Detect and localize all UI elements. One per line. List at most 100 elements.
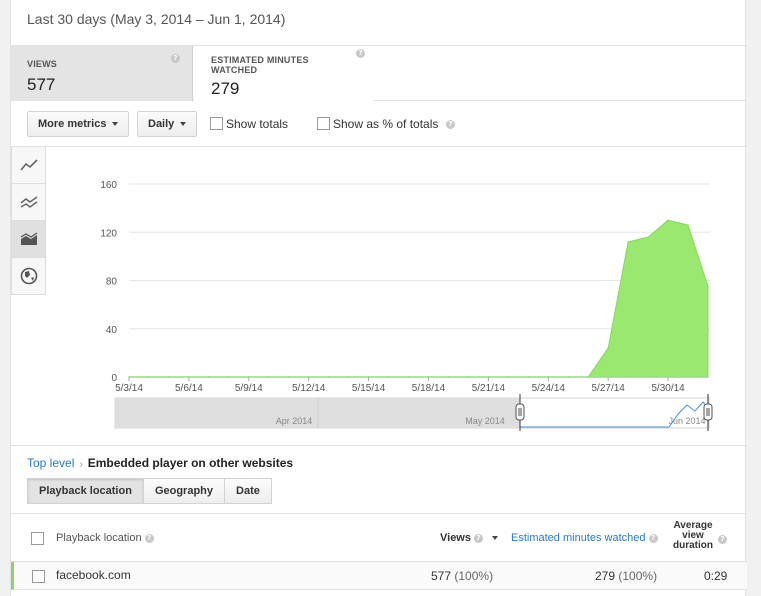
chart-toolbar: More metrics Daily Show totals Show as %…	[11, 101, 747, 147]
globe-icon	[20, 267, 37, 285]
stacked-area-chart-icon	[20, 232, 37, 245]
y-tick-label: 160	[100, 180, 117, 191]
more-metrics-label: More metrics	[38, 118, 107, 130]
data-point	[687, 224, 689, 226]
help-icon[interactable]: ?	[446, 120, 455, 129]
help-icon[interactable]: ?	[144, 533, 154, 543]
tab-playback-location[interactable]: Playback location	[27, 478, 144, 504]
sort-desc-icon	[492, 536, 499, 541]
metric-cards: VIEWS ? 577 ESTIMATED MINUTES WATCHED ? …	[11, 45, 747, 101]
data-point	[348, 376, 350, 378]
metric-label: ESTIMATED MINUTES WATCHED	[211, 55, 309, 75]
navigator-handle[interactable]	[515, 403, 525, 421]
interval-dropdown[interactable]: Daily	[137, 111, 198, 137]
row-checkbox[interactable]	[32, 570, 45, 583]
line-chart-icon	[19, 159, 38, 171]
show-pct-label: Show as % of totals	[333, 117, 439, 131]
breadcrumb: Top level › Embedded player on other websi…	[27, 456, 293, 470]
navigator-handle[interactable]	[703, 403, 713, 421]
column-header-views[interactable]: Views ?	[440, 532, 499, 544]
data-point	[647, 236, 649, 238]
avg-duration-header-label: Average view duration	[673, 520, 713, 551]
navigator-label: Apr 2014	[276, 416, 313, 426]
data-point	[607, 347, 609, 349]
navigator-label: May 2014	[465, 416, 505, 426]
minutes-header-label: Estimated minutes watched	[511, 532, 646, 544]
show-totals-label: Show totals	[226, 117, 289, 131]
x-tick-label: 5/21/14	[472, 383, 506, 394]
more-metrics-button[interactable]: More metrics	[27, 111, 130, 137]
data-point	[507, 376, 509, 378]
column-header-location[interactable]: Playback location ?	[56, 532, 154, 544]
x-tick-label: 5/12/14	[292, 383, 326, 394]
column-header-minutes[interactable]: Estimated minutes watched ?	[511, 532, 658, 544]
data-point	[168, 376, 170, 378]
data-point	[667, 219, 669, 221]
caret-down-icon	[112, 122, 119, 127]
data-point	[148, 376, 150, 378]
interval-label: Daily	[148, 118, 175, 130]
chart-area: 0 40 80 120 160 5/3/14 5/6/14 5/9/14 5/12/14 5/15…	[11, 147, 747, 446]
analytics-panel: Last 30 days (May 3, 2014 – Jun 1, 2014)…	[10, 0, 747, 596]
data-point	[707, 285, 709, 288]
x-tick-label: 5/27/14	[591, 383, 625, 394]
data-point	[587, 376, 589, 378]
series-area	[129, 219, 709, 378]
area-chart: 040801201605/3/14 5/6/14 5/9/14 5/12/14 5/15…	[100, 180, 713, 431]
data-point	[567, 376, 569, 378]
x-tick-label: 5/18/14	[412, 383, 446, 394]
y-tick-label: 80	[106, 277, 118, 288]
data-point	[627, 241, 629, 243]
metric-label: VIEWS	[27, 59, 58, 69]
help-icon[interactable]: ?	[648, 533, 658, 543]
row-views-value: 577	[431, 569, 452, 583]
metric-card-views[interactable]: VIEWS ? 577	[11, 46, 193, 101]
data-point	[387, 376, 390, 378]
data-point	[407, 376, 410, 378]
data-point	[288, 376, 290, 378]
data-point	[328, 376, 330, 378]
row-location-link[interactable]: facebook.com	[56, 568, 131, 582]
help-icon[interactable]: ?	[718, 535, 727, 544]
data-point	[268, 376, 270, 378]
chevron-right-icon: ›	[79, 459, 83, 470]
row-minutes-value: 279	[595, 569, 616, 583]
x-tick-label: 5/6/14	[175, 383, 203, 394]
dimension-tabs: Playback location Geography Date	[27, 478, 272, 504]
show-pct-checkbox[interactable]	[317, 117, 330, 130]
row-views-pct: (100%)	[454, 569, 494, 583]
x-tick-label: 5/15/14	[352, 383, 386, 394]
x-tick-label: 5/30/14	[651, 383, 685, 394]
tab-geography[interactable]: Geography	[142, 478, 226, 504]
x-tick-label: 5/24/14	[532, 383, 566, 394]
show-totals-checkbox[interactable]	[210, 117, 223, 130]
select-all-checkbox[interactable]	[31, 532, 44, 545]
caret-down-icon	[180, 122, 187, 127]
data-point	[467, 376, 470, 378]
column-header-avg-duration[interactable]: Average view duration	[667, 521, 719, 551]
multi-line-chart-button[interactable]	[11, 184, 46, 221]
help-icon[interactable]: ?	[474, 533, 484, 543]
data-point	[447, 376, 450, 378]
chart-type-sidebar	[11, 147, 46, 295]
line-chart-button[interactable]	[11, 147, 46, 184]
table-header: Playback location ? Views ? Estimated mi…	[11, 513, 747, 562]
metric-value: 577	[27, 75, 56, 94]
y-tick-label: 40	[106, 325, 118, 336]
y-tick-label: 120	[100, 228, 117, 239]
date-range: Last 30 days (May 3, 2014 – Jun 1, 2014)	[27, 11, 286, 27]
breadcrumb-top-level[interactable]: Top level	[27, 456, 74, 470]
map-view-button[interactable]	[11, 258, 46, 295]
x-tick-label: 5/9/14	[235, 383, 263, 394]
data-point	[208, 376, 210, 378]
row-minutes-pct: (100%)	[618, 569, 658, 583]
location-header-label: Playback location	[56, 532, 142, 544]
views-header-label: Views	[440, 532, 471, 544]
metric-card-minutes[interactable]: ESTIMATED MINUTES WATCHED ? 279	[194, 46, 374, 101]
table-row[interactable]: facebook.com 577 (100%) 279 (100%) 0:29	[11, 562, 747, 590]
help-icon[interactable]: ?	[356, 49, 365, 58]
tab-date[interactable]: Date	[224, 478, 272, 504]
help-icon[interactable]: ?	[171, 54, 180, 63]
stacked-area-chart-button[interactable]	[11, 221, 46, 258]
metric-value: 279	[211, 79, 240, 98]
